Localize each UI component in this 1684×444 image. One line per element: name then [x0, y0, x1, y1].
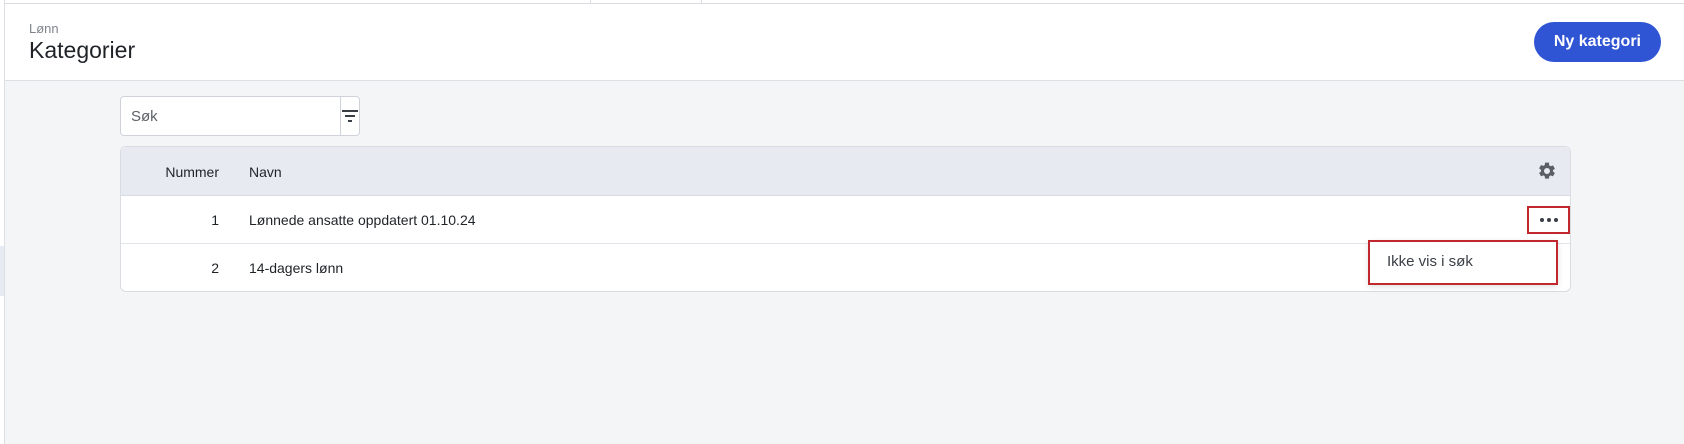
table-settings-button[interactable] — [1536, 161, 1558, 183]
row-actions-menu: Ikke vis i søk — [1368, 240, 1558, 285]
more-horizontal-icon — [1539, 218, 1544, 222]
row-name[interactable]: 14-dagers lønn — [249, 260, 343, 276]
search-bar — [120, 96, 360, 136]
filter-icon — [342, 110, 358, 122]
more-horizontal-icon — [1546, 218, 1551, 222]
table-row[interactable]: 2 14-dagers lønn — [121, 244, 1570, 292]
column-header-number[interactable]: Nummer — [121, 164, 219, 180]
more-horizontal-icon — [1553, 218, 1558, 222]
filter-button[interactable] — [340, 97, 359, 135]
left-rail-marker — [0, 246, 4, 296]
row-number: 1 — [211, 212, 219, 228]
search-input[interactable] — [121, 97, 340, 135]
gear-icon — [1539, 162, 1555, 179]
table-header: Nummer Navn — [121, 147, 1570, 196]
table-row[interactable]: 1 Lønnede ansatte oppdatert 01.10.24 — [121, 196, 1570, 244]
categories-table: Nummer Navn 1 Lønnede ansatte oppdatert … — [120, 146, 1571, 292]
breadcrumb[interactable]: Lønn — [29, 21, 59, 36]
row-number: 2 — [211, 260, 219, 276]
menu-item-hide-in-search[interactable]: Ikke vis i søk — [1387, 253, 1473, 270]
page-header: Lønn Kategorier Ny kategori — [5, 4, 1684, 81]
column-header-name[interactable]: Navn — [249, 164, 282, 180]
row-actions-button[interactable] — [1527, 206, 1570, 234]
row-name[interactable]: Lønnede ansatte oppdatert 01.10.24 — [249, 212, 476, 228]
new-category-button[interactable]: Ny kategori — [1533, 22, 1661, 62]
page-title: Kategorier — [29, 37, 136, 63]
